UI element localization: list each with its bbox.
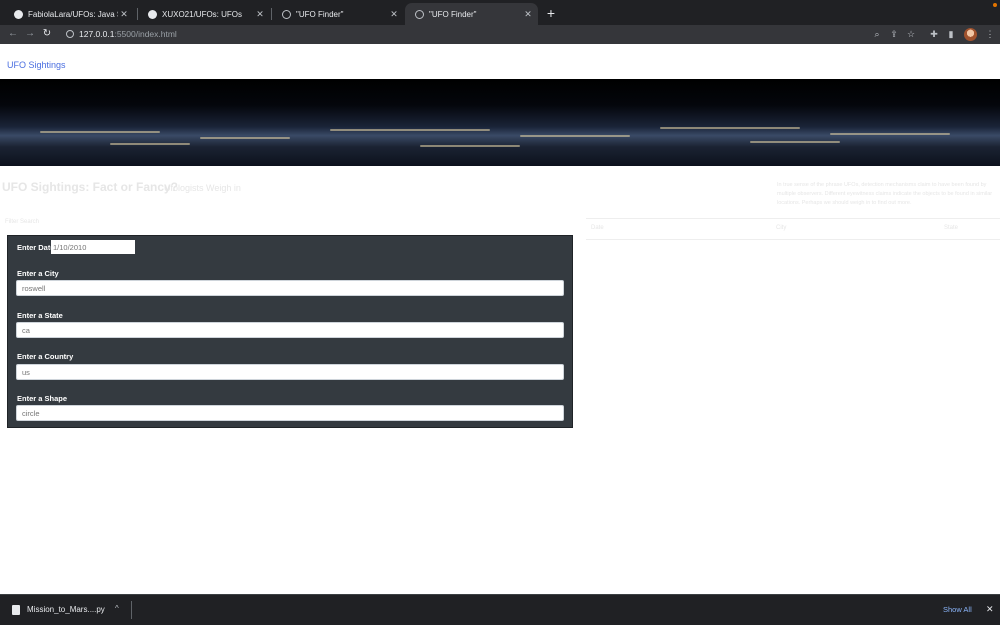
date-input[interactable] — [51, 240, 135, 254]
forward-arrow-icon[interactable]: → — [23, 27, 37, 41]
reload-icon[interactable]: ↻ — [40, 27, 54, 41]
country-input[interactable] — [16, 364, 564, 380]
downloads-bar: Mission_to_Mars....py ^ Show All ✕ — [0, 594, 1000, 625]
show-all-downloads-button[interactable]: Show All — [943, 605, 972, 614]
state-input[interactable] — [16, 322, 564, 338]
tab-close-icon[interactable]: ✕ — [254, 9, 266, 20]
browser-tab-strip: FabiolaLara/UFOs: Java Scrip ✕ XUXO21/UF… — [0, 0, 1000, 25]
filter-form-panel: Enter Date Enter a City Enter a State En… — [7, 235, 573, 428]
site-info-icon[interactable] — [66, 30, 74, 38]
page-subheadline: Ufologists Weigh in — [164, 183, 241, 193]
tab-ufo-finder[interactable]: "UFO Finder" ✕ — [272, 3, 404, 25]
browser-toolbar: ← → ↻ 127.0.0.1:5500/index.html ⌕ ⇪ ☆ ✚ … — [0, 25, 1000, 44]
table-header-city: City — [776, 225, 787, 231]
filter-search-label: Filter Search — [5, 219, 40, 225]
globe-icon — [415, 9, 424, 19]
github-icon — [148, 9, 157, 19]
more-menu-icon[interactable]: ⋮ — [984, 28, 996, 40]
tab-search-indicator — [993, 3, 997, 7]
tab-title: FabiolaLara/UFOs: Java Scrip — [28, 9, 118, 19]
tab-fabiolalara-ufos[interactable]: FabiolaLara/UFOs: Java Scrip ✕ — [4, 3, 134, 25]
share-icon[interactable]: ⇪ — [888, 28, 900, 40]
table-header-state: State — [944, 225, 959, 231]
tab-close-icon[interactable]: ✕ — [388, 9, 400, 20]
shape-label: Enter a Shape — [17, 394, 68, 403]
github-icon — [14, 9, 23, 19]
tab-ufo-finder-active[interactable]: "UFO Finder" ✕ — [405, 3, 538, 25]
url-host: 127.0.0.1 — [79, 29, 115, 39]
city-label: Enter a City — [17, 269, 59, 278]
tab-close-icon[interactable]: ✕ — [522, 9, 534, 20]
intro-paragraph: In true sense of the phrase UFOs, detect… — [777, 182, 993, 206]
side-panel-icon[interactable]: ▮ — [945, 28, 957, 40]
downloads-separator — [131, 601, 132, 619]
date-label: Enter Date — [17, 243, 55, 252]
url-path: :5500/index.html — [114, 29, 177, 39]
page-headline: UFO Sightings: Fact or Fancy? — [2, 180, 179, 194]
address-bar[interactable]: 127.0.0.1:5500/index.html — [58, 26, 858, 43]
download-file-name[interactable]: Mission_to_Mars....py — [27, 605, 105, 614]
hero-night-sky-image — [0, 79, 1000, 166]
zoom-icon[interactable]: ⌕ — [871, 28, 883, 40]
tab-title: "UFO Finder" — [296, 9, 344, 19]
file-icon — [12, 605, 20, 615]
tab-close-icon[interactable]: ✕ — [118, 9, 130, 20]
ufo-table-header: Date City State — [586, 218, 1000, 240]
bookmark-star-icon[interactable]: ☆ — [905, 28, 917, 40]
shape-input[interactable] — [16, 405, 564, 421]
chevron-up-icon[interactable]: ^ — [115, 604, 119, 613]
country-label: Enter a Country — [17, 352, 74, 361]
table-header-date: Date — [591, 225, 604, 231]
tab-title: XUXO21/UFOs: UFOs — [162, 9, 243, 19]
tab-title: "UFO Finder" — [429, 9, 477, 19]
city-input[interactable] — [16, 280, 564, 296]
profile-avatar[interactable] — [964, 28, 977, 41]
tab-xuxo21-ufos[interactable]: XUXO21/UFOs: UFOs ✕ — [138, 3, 270, 25]
extensions-puzzle-icon[interactable]: ✚ — [928, 28, 940, 40]
state-label: Enter a State — [17, 311, 63, 320]
back-arrow-icon[interactable]: ← — [6, 27, 20, 41]
close-icon[interactable]: ✕ — [986, 604, 994, 615]
globe-icon — [282, 9, 291, 19]
new-tab-icon[interactable]: + — [544, 6, 558, 20]
navbar-brand-link[interactable]: UFO Sightings — [7, 60, 66, 70]
